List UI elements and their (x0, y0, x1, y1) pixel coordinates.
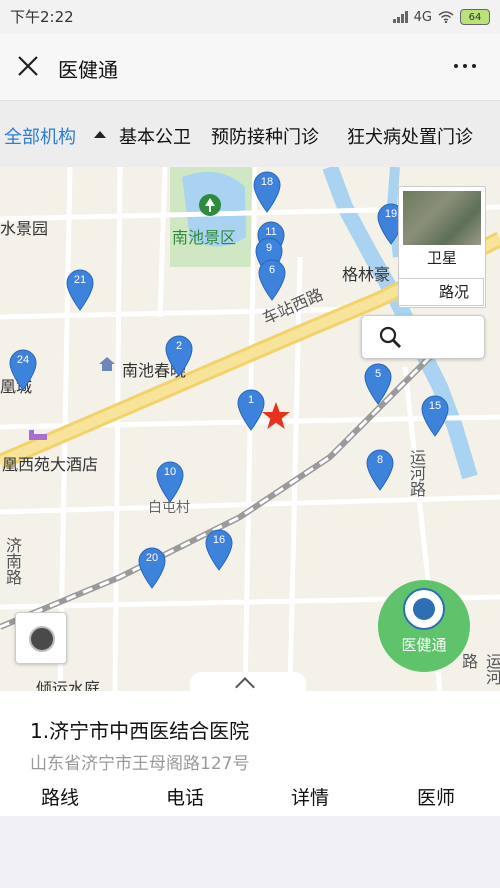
map-label: 凰西苑大酒店 (2, 455, 99, 474)
park-tree-icon (199, 194, 221, 216)
hospital-info-panel: 1.济宁市中西医结合医院 山东省济宁市王母阁路127号 路线 电话 详情 医师 (0, 691, 500, 816)
wifi-icon (438, 11, 454, 23)
more-icon[interactable] (454, 64, 476, 68)
status-time: 下午2:22 (10, 8, 74, 26)
status-icons: 4G 64 (392, 7, 490, 27)
hotel-icon (29, 430, 47, 440)
category-public-health[interactable]: 基本公卫 (119, 123, 191, 149)
traffic-toggle[interactable]: 路况 (398, 278, 484, 306)
category-all[interactable]: 全部机构 (4, 123, 76, 149)
status-bar: 下午2:22 4G 64 (0, 0, 500, 34)
road-label: 济南路 (3, 537, 22, 585)
road-label: 运河路 (459, 653, 500, 685)
map-pin[interactable]: 18 (253, 171, 281, 213)
map-view[interactable]: 水景园 南池景区 格林豪 南池春晓 凰城 凰西苑大酒店 白屯村 倾运水庭 车站西… (0, 167, 500, 691)
locate-button[interactable] (15, 612, 67, 664)
category-bar: 全部机构 基本公卫 预防接种门诊 狂犬病处置门诊 (0, 101, 500, 167)
map-pin[interactable]: 8 (366, 449, 394, 491)
house-icon (99, 357, 115, 371)
phone-button[interactable]: 电话 (166, 783, 204, 810)
map-pin[interactable]: 15 (421, 395, 449, 437)
map-pin[interactable]: 20 (138, 547, 166, 589)
brand-logo-icon (403, 588, 445, 630)
search-icon (379, 326, 401, 348)
map-label: 南池景区 (172, 228, 237, 247)
map-pin[interactable]: 2 (165, 335, 193, 377)
map-pin[interactable]: 6 (258, 259, 286, 301)
category-rabies[interactable]: 狂犬病处置门诊 (347, 123, 473, 149)
map-label: 水景园 (0, 219, 49, 238)
hospital-address: 山东省济宁市王母阁路127号 (30, 754, 250, 774)
satellite-thumbnail (403, 191, 481, 245)
map-search-button[interactable] (361, 315, 485, 359)
map-pin[interactable]: 5 (364, 363, 392, 405)
signal-icon (392, 11, 408, 23)
page-title: 医健通 (58, 58, 118, 82)
satellite-label: 卫星 (426, 249, 457, 267)
route-button[interactable]: 路线 (41, 783, 79, 810)
caret-up-icon[interactable] (94, 131, 106, 138)
category-vaccination[interactable]: 预防接种门诊 (211, 123, 319, 149)
map-label: 格林豪 (342, 265, 391, 284)
map-pin[interactable]: 21 (66, 269, 94, 311)
action-row: 路线 电话 详情 医师 (0, 781, 500, 813)
brand-fab-button[interactable]: 医健通 (378, 580, 470, 672)
map-label: 倾运水庭 (36, 679, 101, 691)
close-icon[interactable] (14, 52, 42, 80)
brand-fab-label: 医健通 (401, 636, 447, 654)
nav-bar: 医健通 (0, 34, 500, 101)
location-icon (29, 626, 55, 652)
map-pin[interactable]: 16 (205, 529, 233, 571)
doctor-button[interactable]: 医师 (417, 783, 455, 810)
map-pin[interactable]: 10 (156, 461, 184, 503)
map-pin[interactable]: 24 (9, 349, 37, 391)
hospital-name: 1.济宁市中西医结合医院 (30, 719, 250, 743)
battery-icon: 64 (460, 9, 490, 25)
road-label: 运河路 (407, 449, 426, 497)
star-icon (262, 402, 290, 429)
network-type: 4G (413, 9, 432, 25)
detail-button[interactable]: 详情 (291, 783, 329, 810)
